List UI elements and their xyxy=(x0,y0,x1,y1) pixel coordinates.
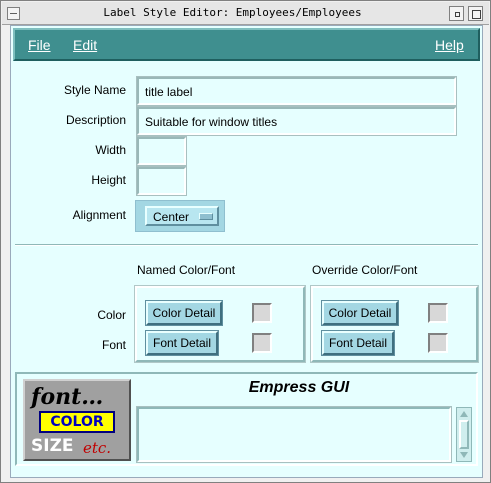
override-color-font-title: Override Color/Font xyxy=(312,263,418,277)
scroll-thumb[interactable] xyxy=(459,420,469,449)
separator xyxy=(15,244,478,246)
option-menu-indicator-icon xyxy=(199,213,213,220)
maximize-button[interactable] xyxy=(468,6,483,21)
named-color-detail-button[interactable]: Color Detail xyxy=(145,300,223,326)
style-name-field[interactable]: title label xyxy=(136,76,457,106)
logo-font-text: font… xyxy=(31,384,104,410)
color-row-label: Color xyxy=(97,308,126,322)
window: Label Style Editor: Employees/Employees … xyxy=(0,0,491,483)
named-color-font-title: Named Color/Font xyxy=(137,263,236,277)
description-field[interactable]: Suitable for window titles xyxy=(136,106,457,136)
menu-file[interactable]: File xyxy=(28,37,51,53)
menu-edit[interactable]: Edit xyxy=(73,37,97,53)
description-label: Description xyxy=(65,113,126,127)
menu-bar: File Edit Help xyxy=(13,28,480,61)
menu-edit-label: Edit xyxy=(73,37,98,53)
override-color-detail-button[interactable]: Color Detail xyxy=(321,300,399,326)
alignment-option-menu[interactable]: Center xyxy=(135,200,225,232)
style-name-label: Style Name xyxy=(63,83,126,97)
alignment-label: Alignment xyxy=(72,208,126,222)
width-field[interactable] xyxy=(136,136,187,166)
logo-etc-text: etc. xyxy=(83,439,112,457)
logo-size-text: SIZE xyxy=(31,436,74,456)
named-font-detail-button[interactable]: Font Detail xyxy=(145,330,219,356)
preview-text-area[interactable] xyxy=(136,406,452,463)
width-label: Width xyxy=(95,143,126,157)
menu-help-label: Help xyxy=(435,37,464,53)
client-area: File Edit Help Style Name title label De… xyxy=(10,25,483,478)
override-font-swatch xyxy=(428,333,448,353)
alignment-option-button[interactable]: Center xyxy=(145,206,219,226)
logo-color-text: COLOR xyxy=(39,411,115,433)
window-title: Label Style Editor: Employees/Employees xyxy=(103,6,362,19)
font-color-size-logo: font… COLOR SIZE etc. xyxy=(23,379,131,461)
alignment-value: Center xyxy=(153,210,190,224)
font-row-label: Font xyxy=(101,338,126,352)
scroll-up-arrow-icon[interactable] xyxy=(460,411,468,417)
preview-panel: font… COLOR SIZE etc. Empress GUI xyxy=(15,372,478,466)
height-field[interactable] xyxy=(136,166,187,196)
scroll-down-arrow-icon[interactable] xyxy=(460,452,468,458)
menu-file-label: File xyxy=(28,37,51,53)
preview-title: Empress GUI xyxy=(248,379,350,396)
preview-scrollbar[interactable] xyxy=(456,407,472,462)
minimize-button[interactable] xyxy=(449,6,464,21)
named-color-swatch xyxy=(252,303,272,323)
override-font-detail-button[interactable]: Font Detail xyxy=(321,330,395,356)
title-bar[interactable]: Label Style Editor: Employees/Employees xyxy=(2,2,489,25)
named-color-font-frame: Color Detail Font Detail xyxy=(134,285,306,363)
window-menu-icon[interactable] xyxy=(7,7,20,20)
override-color-font-frame: Color Detail Font Detail xyxy=(310,285,479,363)
named-font-swatch xyxy=(252,333,272,353)
height-label: Height xyxy=(91,173,126,187)
menu-help[interactable]: Help xyxy=(435,37,464,53)
override-color-swatch xyxy=(428,303,448,323)
